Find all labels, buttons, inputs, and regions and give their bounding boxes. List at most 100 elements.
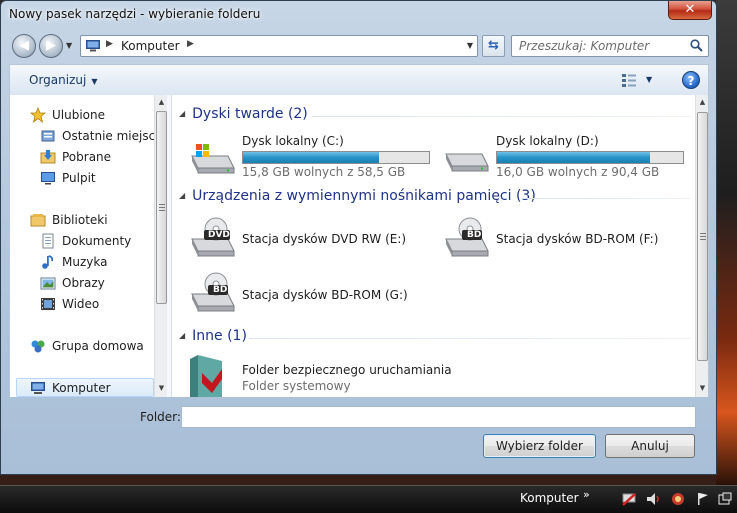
chevron-down-icon: ▼ <box>91 77 98 86</box>
group-title: Dyski twarde (2) <box>192 106 308 122</box>
computer-icon <box>31 382 45 394</box>
refresh-button[interactable]: ⇆ <box>482 35 505 57</box>
dialog-footer: Folder: Wybierz folder Anuluj <box>9 397 709 468</box>
video-icon <box>41 298 55 310</box>
star-icon <box>30 107 46 123</box>
scroll-thumb[interactable] <box>156 111 167 304</box>
drive-name: Dysk lokalny (C:) <box>242 134 344 148</box>
view-options-dropdown-icon[interactable]: ▼ <box>646 75 652 84</box>
navigation-pane: Ulubione Ostatnie miejsca Pobrane Pulpit… <box>9 95 167 397</box>
sidebar-item-label: Ulubione <box>52 108 106 122</box>
desktop-icon <box>41 172 55 185</box>
group-title: Inne (1) <box>192 328 247 344</box>
content-pane: ◢ Dyski twarde (2) Dysk lokalny (C:) 15,8… <box>172 95 709 397</box>
back-button[interactable]: ◀ <box>12 34 36 58</box>
music-icon <box>42 255 54 269</box>
scroll-down-arrow[interactable]: ▼ <box>696 381 708 395</box>
sidebar-item-label: Obrazy <box>62 276 105 290</box>
bd-drive-icon <box>445 217 489 257</box>
drive-usage-bar <box>242 151 430 164</box>
scroll-thumb[interactable] <box>697 112 708 361</box>
scroll-down-arrow[interactable]: ▼ <box>155 381 167 395</box>
navigation-pane-scrollbar[interactable]: ▲ ▼ <box>154 95 167 397</box>
drive-tile-d[interactable]: Dysk lokalny (D:) 16,0 GB wolnych z 90,4… <box>442 132 692 179</box>
windows-drive-icon <box>191 144 235 174</box>
folder-picker-dialog: Nowy pasek narzędzi - wybieranie folderu… <box>0 0 717 475</box>
bd-drive-icon <box>191 272 235 312</box>
navigation-bar: ◀ ▶ ▼ ▶ Komputer ▶ ▼ ⇆ Przeszukaj: Kompu… <box>1 30 716 62</box>
recent-places-icon <box>41 130 55 142</box>
drive-name: Stacja dysków BD-ROM (F:) <box>496 232 659 246</box>
taskbar: Komputer » <box>0 485 737 513</box>
address-dropdown-icon[interactable]: ▼ <box>467 41 473 50</box>
command-bar: Organizuj ▼ ▼ ? <box>9 64 709 95</box>
drive-badge: BD <box>467 230 482 240</box>
breadcrumb-computer[interactable]: Komputer <box>121 39 180 53</box>
content-pane-scrollbar[interactable]: ▲ ▼ <box>695 95 708 397</box>
organize-menu-button[interactable]: Organizuj ▼ <box>29 73 97 87</box>
change-view-icon[interactable] <box>621 73 637 88</box>
libraries-icon <box>30 214 46 227</box>
folder-name: Folder bezpiecznego uruchamiania <box>242 363 452 377</box>
sidebar-item-label: Muzyka <box>62 255 108 269</box>
recent-pages-dropdown[interactable]: ▼ <box>66 41 72 50</box>
collapse-triangle-icon[interactable]: ◢ <box>179 331 185 340</box>
organize-label: Organizuj <box>29 73 87 87</box>
close-button[interactable]: ✕ <box>668 1 712 20</box>
drive-tile-f[interactable]: BD Stacja dysków BD-ROM (F:) <box>442 215 692 259</box>
collapse-triangle-icon[interactable]: ◢ <box>179 109 185 118</box>
taskbar-toolbar-computer[interactable]: Komputer <box>520 491 579 505</box>
sidebar-item-label: Biblioteki <box>52 213 108 227</box>
search-input[interactable]: Przeszukaj: Komputer <box>511 35 709 57</box>
title-bar[interactable]: Nowy pasek narzędzi - wybieranie folderu… <box>1 1 716 29</box>
drive-badge: DVD <box>208 230 230 240</box>
group-header-hard-drives[interactable]: ◢ Dyski twarde (2) <box>179 106 308 122</box>
group-divider <box>249 338 690 339</box>
group-divider <box>521 198 690 199</box>
drive-tile-e[interactable]: DVD Stacja dysków DVD RW (E:) <box>188 215 438 259</box>
cancel-button[interactable]: Anuluj <box>605 434 695 458</box>
forward-button[interactable]: ▶ <box>39 34 63 58</box>
scroll-up-arrow[interactable]: ▲ <box>696 95 708 109</box>
scroll-up-arrow[interactable]: ▲ <box>155 95 167 109</box>
window-title: Nowy pasek narzędzi - wybieranie folderu <box>9 7 261 21</box>
sidebar-item-label: Komputer <box>52 381 111 395</box>
taskbar-chevron[interactable]: » <box>583 488 590 501</box>
homegroup-icon <box>31 340 45 353</box>
folder-tile-startup[interactable]: Folder bezpiecznego uruchamiania Folder … <box>188 353 488 397</box>
drive-badge: BD <box>213 285 228 295</box>
search-icon[interactable] <box>690 39 703 52</box>
help-icon[interactable]: ? <box>682 71 700 89</box>
search-placeholder: Przeszukaj: Komputer <box>519 39 650 53</box>
drive-free-space: 15,8 GB wolnych z 58,5 GB <box>242 165 406 179</box>
collapse-triangle-icon[interactable]: ◢ <box>179 191 185 200</box>
sidebar-item-label: Grupa domowa <box>52 339 144 353</box>
show-desktop-icon[interactable] <box>717 491 733 507</box>
drive-tile-g[interactable]: BD Stacja dysków BD-ROM (G:) <box>188 270 438 314</box>
sidebar-item-label: Wideo <box>62 297 100 311</box>
folder-input[interactable] <box>181 406 696 428</box>
group-divider <box>312 116 690 117</box>
breadcrumb-separator[interactable]: ▶ <box>106 39 113 49</box>
sidebar-item-label: Ostatnie miejsca <box>62 129 163 143</box>
downloads-icon <box>40 150 56 164</box>
breadcrumb-separator[interactable]: ▶ <box>187 39 194 49</box>
group-header-removable[interactable]: ◢ Urządzenia z wymiennymi nośnikami pamię… <box>179 188 536 204</box>
sidebar-item-label: Dokumenty <box>62 234 132 248</box>
drive-usage-fill <box>497 152 650 163</box>
drive-free-space: 16,0 GB wolnych z 90,4 GB <box>496 165 660 179</box>
desktop-background <box>716 0 737 485</box>
computer-icon <box>86 40 100 52</box>
startup-folder-icon <box>190 355 222 397</box>
address-bar[interactable]: ▶ Komputer ▶ ▼ <box>80 35 478 57</box>
sidebar-item-label: Pobrane <box>62 150 112 164</box>
drive-tile-c[interactable]: Dysk lokalny (C:) 15,8 GB wolnych z 58,5… <box>188 132 438 179</box>
group-header-other[interactable]: ◢ Inne (1) <box>179 328 247 344</box>
pictures-icon <box>40 277 56 290</box>
security-shield-icon[interactable] <box>670 491 686 507</box>
network-icon[interactable] <box>621 491 637 507</box>
drive-name: Stacja dysków DVD RW (E:) <box>242 232 407 246</box>
action-center-flag-icon[interactable] <box>695 491 711 507</box>
volume-icon[interactable] <box>645 491 661 507</box>
select-folder-button[interactable]: Wybierz folder <box>483 434 596 458</box>
